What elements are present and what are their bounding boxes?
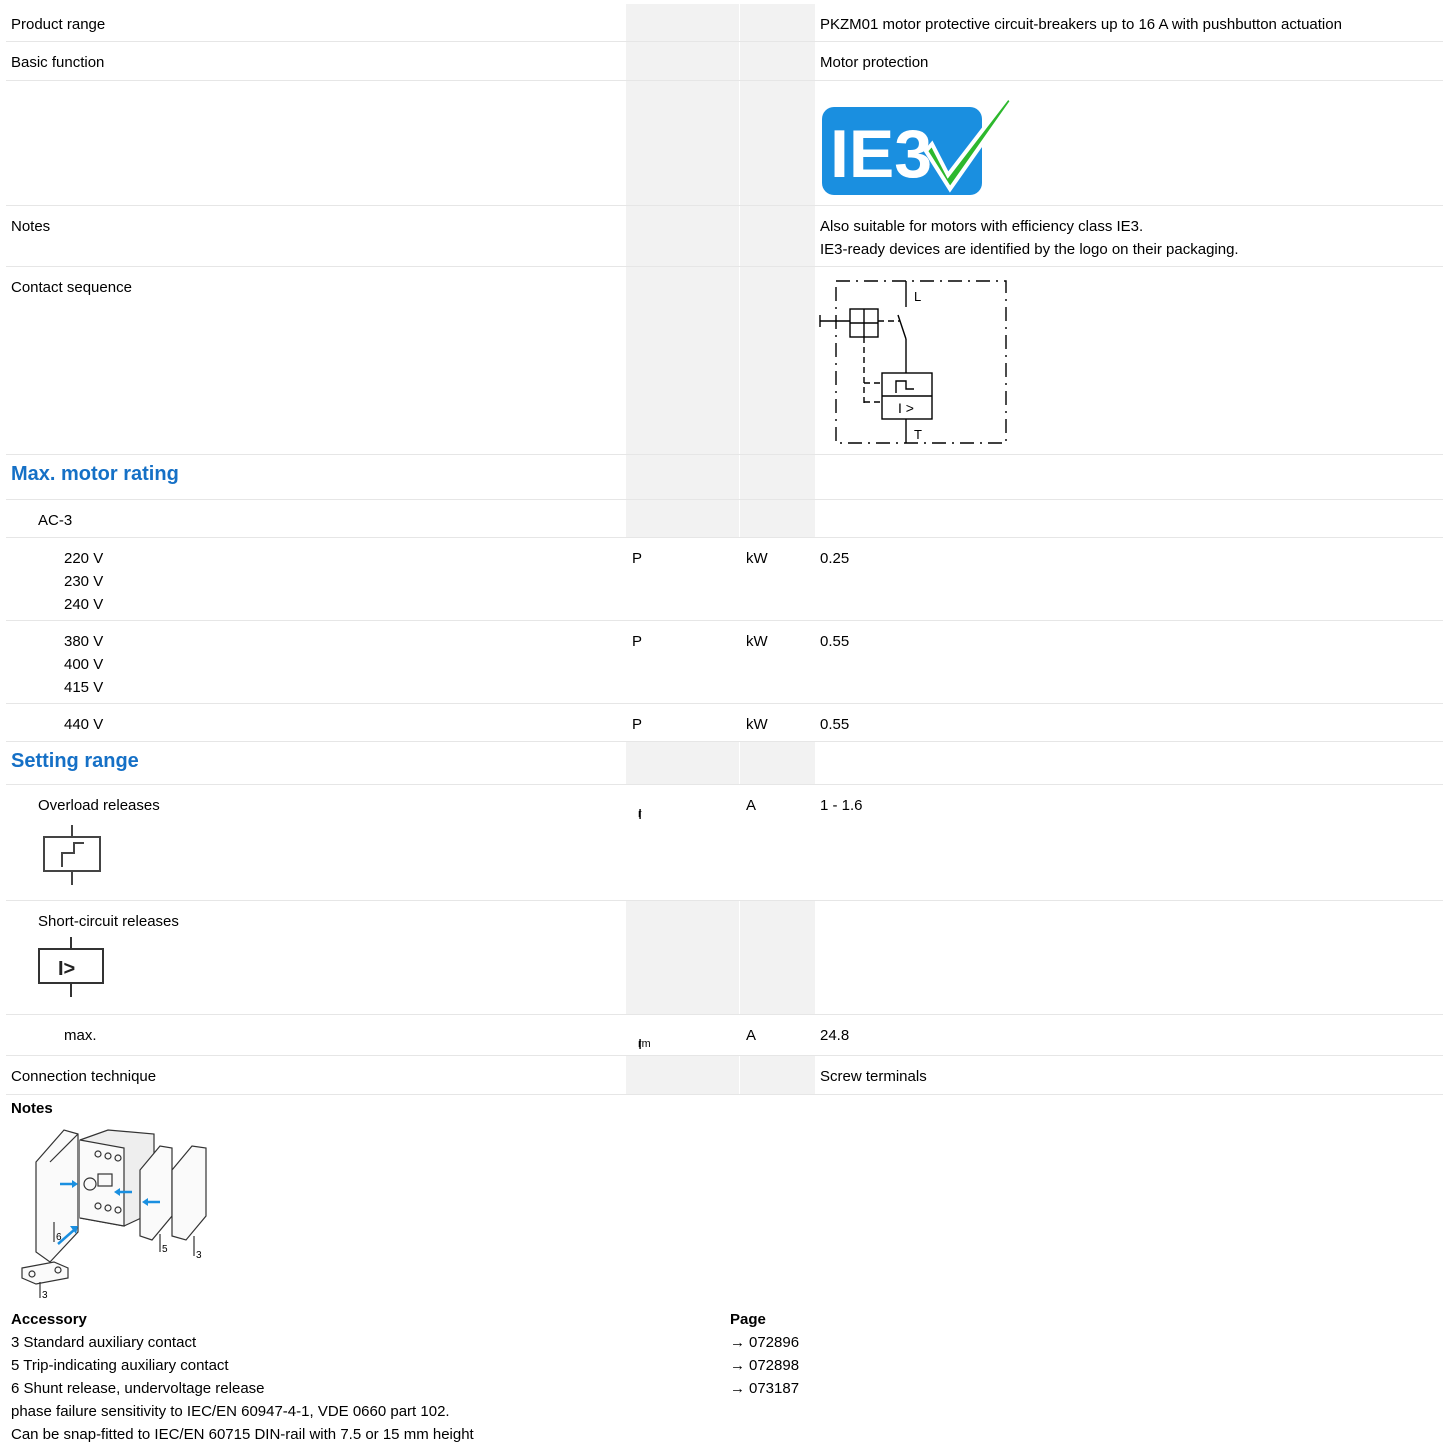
connection-label: Connection technique bbox=[11, 1068, 157, 1085]
symbol-ir-sub: r bbox=[638, 808, 642, 820]
voltage-220: 220 V bbox=[64, 550, 104, 567]
row-notes: Notes Also suitable for motors with effi… bbox=[6, 206, 1443, 267]
row-basic-function: Basic function Motor protection bbox=[6, 42, 1443, 81]
row-contact-sequence: Contact sequence L I > T bbox=[6, 267, 1443, 455]
short-circuit-label: Short-circuit releases bbox=[38, 913, 179, 930]
accessory-note-din: Can be snap-fitted to IEC/EN 60715 DIN-r… bbox=[11, 1426, 474, 1443]
max-label: max. bbox=[64, 1027, 97, 1044]
symbol-p: P bbox=[632, 550, 643, 567]
row-connection: Connection technique Screw terminals bbox=[6, 1056, 1443, 1095]
ac3-label: AC-3 bbox=[38, 512, 73, 529]
page-ref-1[interactable]: → 072896 bbox=[730, 1331, 930, 1354]
overload-label: Overload releases bbox=[38, 797, 160, 814]
voltage-240: 240 V bbox=[64, 596, 104, 613]
voltage-400: 400 V bbox=[64, 656, 104, 673]
unit-kw: kW bbox=[746, 550, 768, 567]
page-ref-2-number: 072898 bbox=[749, 1357, 800, 1374]
row-380v: 380 V 400 V 415 V P kW 0.55 bbox=[6, 621, 1443, 704]
row-max: max. Irm A 24.8 bbox=[6, 1015, 1443, 1056]
row-220v: 220 V 230 V 240 V P kW 0.25 bbox=[6, 538, 1443, 621]
diagram-label-T: T bbox=[914, 427, 922, 442]
unit-kw: kW bbox=[746, 633, 768, 650]
row-ie3-logo: IE3 bbox=[6, 81, 1443, 206]
notes-line-2: IE3-ready devices are identified by the … bbox=[820, 241, 1239, 258]
value-220v: 0.25 bbox=[820, 550, 850, 567]
diagram-label-L: L bbox=[914, 289, 921, 304]
row-product-range: Product range PKZM01 motor protective ci… bbox=[6, 4, 1443, 42]
illus-label-3a: 3 bbox=[196, 1250, 202, 1261]
page-ref-2[interactable]: → 072898 bbox=[730, 1354, 930, 1377]
basic-function-label: Basic function bbox=[11, 54, 105, 71]
notes-label: Notes bbox=[11, 218, 51, 235]
product-range-label: Product range bbox=[11, 16, 106, 33]
accessory-illustration: 6 5 3 3 bbox=[14, 1122, 224, 1306]
arrow-right-icon: → bbox=[730, 1357, 745, 1374]
voltage-230: 230 V bbox=[64, 573, 104, 590]
contact-sequence-label: Contact sequence bbox=[11, 279, 132, 296]
ie3-logo-text: IE3 bbox=[830, 116, 932, 192]
symbol-irm-sub: rm bbox=[638, 1038, 651, 1050]
accessory-note-phase: phase failure sensitivity to IEC/EN 6094… bbox=[11, 1403, 450, 1420]
row-440v: 440 V P kW 0.55 bbox=[6, 704, 1443, 742]
row-setting-range: Setting range bbox=[6, 742, 1443, 785]
voltage-440: 440 V bbox=[64, 716, 104, 733]
product-range-value: PKZM01 motor protective circuit-breakers… bbox=[820, 16, 1342, 33]
illus-label-3b: 3 bbox=[42, 1290, 48, 1301]
short-circuit-release-icon: I> bbox=[36, 935, 106, 1003]
short-circuit-icon-text: I> bbox=[58, 958, 75, 980]
symbol-p: P bbox=[632, 633, 643, 650]
overload-release-icon bbox=[40, 823, 104, 891]
section-max-motor-rating: Max. motor rating bbox=[11, 463, 179, 485]
page-heading: Page bbox=[730, 1311, 766, 1328]
page-references: Page → 072896 → 072898 → 073187 bbox=[730, 1308, 930, 1400]
arrow-right-icon: → bbox=[730, 1380, 745, 1397]
footer-notes-heading: Notes bbox=[11, 1100, 53, 1117]
overload-value: 1 - 1.6 bbox=[820, 797, 863, 814]
unit-a: A bbox=[746, 1027, 757, 1044]
max-value: 24.8 bbox=[820, 1027, 850, 1044]
row-max-motor-rating: Max. motor rating bbox=[6, 455, 1443, 500]
voltage-415: 415 V bbox=[64, 679, 104, 696]
row-ac3: AC-3 bbox=[6, 500, 1443, 538]
page-ref-1-number: 072896 bbox=[749, 1334, 800, 1351]
value-380v: 0.55 bbox=[820, 633, 850, 650]
voltage-380: 380 V bbox=[64, 633, 104, 650]
value-440v: 0.55 bbox=[820, 716, 850, 733]
section-setting-range: Setting range bbox=[11, 750, 139, 772]
basic-function-value: Motor protection bbox=[820, 54, 929, 71]
arrow-right-icon: → bbox=[730, 1334, 745, 1351]
illus-label-5: 5 bbox=[162, 1244, 168, 1255]
notes-line-1: Also suitable for motors with efficiency… bbox=[820, 218, 1144, 235]
page-ref-3[interactable]: → 073187 bbox=[730, 1377, 930, 1400]
unit-kw: kW bbox=[746, 716, 768, 733]
contact-sequence-diagram: L I > T bbox=[816, 277, 1016, 451]
diagram-label-I: I > bbox=[898, 400, 914, 416]
row-short-circuit: Short-circuit releases I> bbox=[6, 901, 1443, 1015]
page-ref-3-number: 073187 bbox=[749, 1380, 800, 1397]
unit-a: A bbox=[746, 797, 757, 814]
symbol-p: P bbox=[632, 716, 643, 733]
connection-value: Screw terminals bbox=[820, 1068, 927, 1085]
illus-label-6: 6 bbox=[56, 1232, 62, 1243]
ie3-logo: IE3 bbox=[820, 89, 1020, 203]
row-overload: Overload releases Ir A 1 - 1.6 bbox=[6, 785, 1443, 901]
